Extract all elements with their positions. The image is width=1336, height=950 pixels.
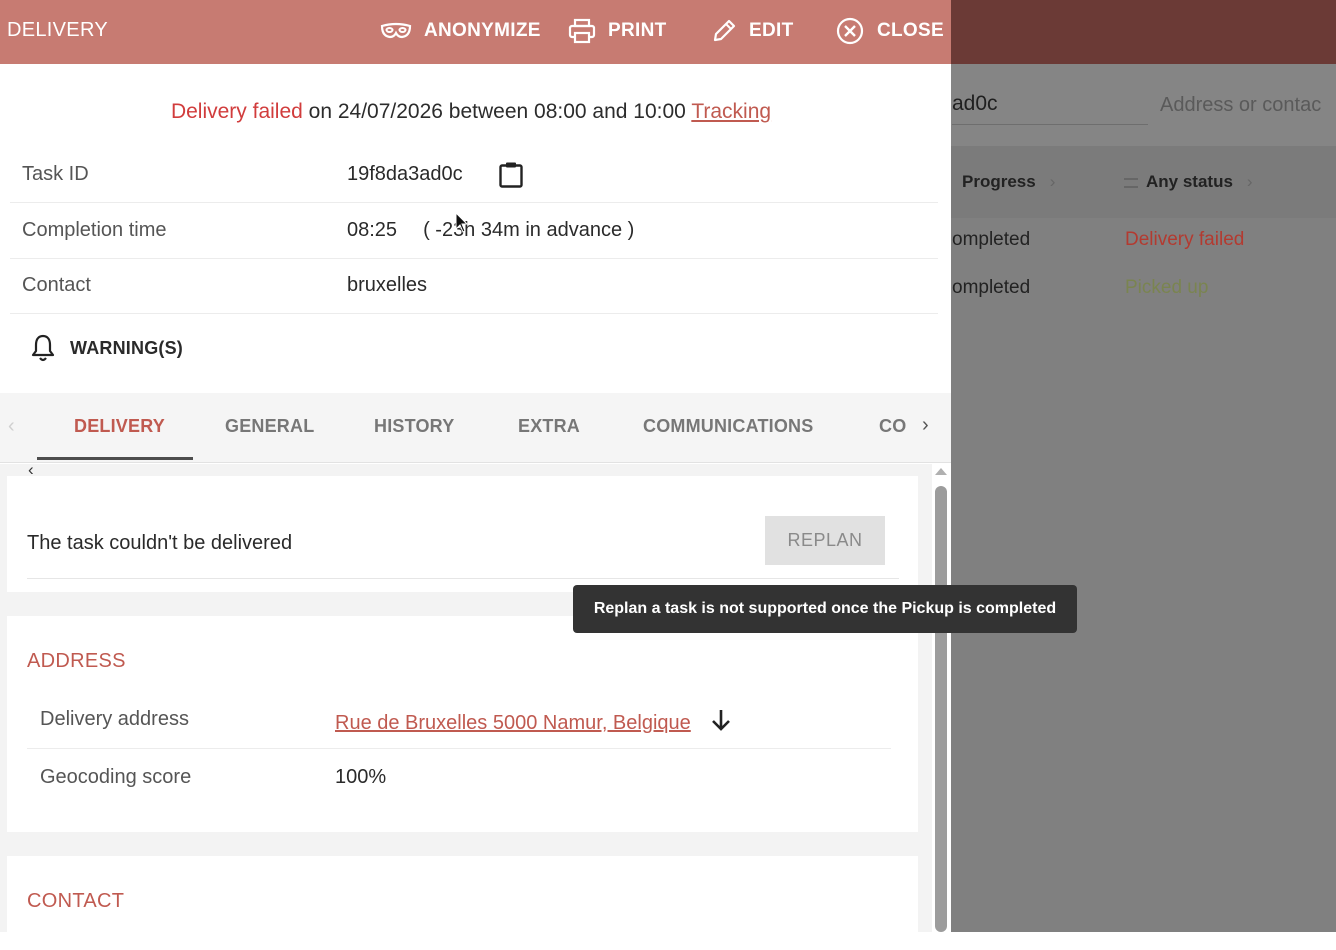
divider xyxy=(27,578,899,579)
edit-button[interactable]: EDIT xyxy=(711,14,793,48)
warnings-label: WARNING(S) xyxy=(70,337,183,358)
anonymize-label: ANONYMIZE xyxy=(424,20,541,41)
address-card: ADDRESS Delivery address Rue de Bruxelle… xyxy=(7,616,918,832)
drawer-header: DELIVERY ANONYMIZE PRINT EDIT CLOSE xyxy=(0,0,951,64)
close-button[interactable]: CLOSE xyxy=(835,14,944,48)
status-text: Delivery failed xyxy=(170,100,303,123)
task-id-row: Task ID 19f8da3ad0c xyxy=(10,147,938,203)
background-progress-filter: Progress › xyxy=(962,172,1055,192)
edit-label: EDIT xyxy=(749,20,794,41)
tracking-link[interactable]: Tracking xyxy=(691,100,771,123)
tab-more[interactable]: CO xyxy=(879,416,906,437)
tab-bar: ‹ DELIVERY GENERAL HISTORY EXTRA COMMUNI… xyxy=(0,393,951,463)
warnings-toggle[interactable]: WARNING(S) xyxy=(30,333,183,363)
delivery-address-row: Delivery address Rue de Bruxelles 5000 N… xyxy=(27,692,891,749)
tab-extra[interactable]: EXTRA xyxy=(518,416,580,437)
mask-icon xyxy=(380,22,412,39)
geocoding-score-row: Geocoding score 100% xyxy=(27,750,891,807)
contact-value: bruxelles xyxy=(347,274,428,296)
chevron-right-icon: › xyxy=(1049,172,1056,191)
bell-icon xyxy=(31,334,55,362)
print-button[interactable]: PRINT xyxy=(568,14,667,48)
background-row-progress: ompleted xyxy=(952,277,1031,298)
geocoding-score-label: Geocoding score xyxy=(40,766,192,788)
drawer-title: DELIVERY xyxy=(7,19,108,41)
tab-scroll-right-icon[interactable]: › xyxy=(922,414,929,437)
active-tab-indicator xyxy=(37,457,193,460)
tab-content: ‹ The task couldn't be delivered REPLAN … xyxy=(0,464,932,932)
contact-label: Contact xyxy=(22,274,91,296)
background-search-underline xyxy=(952,124,1148,125)
clipboard-icon[interactable] xyxy=(498,161,524,189)
scrollbar-thumb[interactable] xyxy=(935,486,947,932)
delivery-failed-message: The task couldn't be delivered xyxy=(27,532,293,554)
replan-button[interactable]: REPLAN xyxy=(765,516,885,565)
pencil-icon xyxy=(713,19,736,42)
close-label: CLOSE xyxy=(877,20,944,41)
replan-tooltip: Replan a task is not supported once the … xyxy=(573,585,1077,633)
background-status-filter: Any status › xyxy=(1124,172,1253,192)
task-id-value: 19f8da3ad0c xyxy=(347,163,463,185)
tab-general[interactable]: GENERAL xyxy=(225,416,314,437)
anonymize-button[interactable]: ANONYMIZE xyxy=(380,14,541,48)
scroll-up-icon[interactable] xyxy=(935,468,947,475)
geocoding-score-value: 100% xyxy=(335,766,387,788)
completion-time-label: Completion time xyxy=(22,219,167,241)
contact-card: CONTACT xyxy=(7,856,918,932)
background-status-filter-label: Any status xyxy=(1146,172,1233,191)
task-id-label: Task ID xyxy=(22,163,89,185)
delivery-address-value: Rue de Bruxelles 5000 Namur, Belgique xyxy=(335,708,732,735)
chevron-right-icon: › xyxy=(1246,172,1253,191)
background-row-status: Delivery failed xyxy=(1125,229,1245,250)
mouse-cursor-icon xyxy=(455,212,469,233)
background-search-value: ad0c xyxy=(952,92,998,115)
tab-delivery[interactable]: DELIVERY xyxy=(74,416,165,437)
tab-history[interactable]: HISTORY xyxy=(374,416,454,437)
delivery-address-link[interactable]: Rue de Bruxelles 5000 Namur, Belgique xyxy=(335,712,691,734)
delivery-address-label: Delivery address xyxy=(40,708,189,730)
close-circle-icon xyxy=(836,17,864,45)
address-section-title: ADDRESS xyxy=(27,650,126,672)
completion-time-value: 08:25( -23h 34m in advance ) xyxy=(347,219,634,242)
delivery-status-line: Delivery failed on 24/07/2026 between 08… xyxy=(0,100,942,124)
printer-icon xyxy=(568,18,596,44)
contact-section-title: CONTACT xyxy=(27,890,125,912)
tab-scroll-left-icon[interactable]: ‹ xyxy=(8,415,15,438)
status-details: on 24/07/2026 between 08:00 and 10:00 xyxy=(308,100,686,123)
delivery-drawer: DELIVERY ANONYMIZE PRINT EDIT CLOSE Deli… xyxy=(0,0,951,932)
delivery-failed-card: The task couldn't be delivered REPLAN xyxy=(7,476,918,592)
tab-communications[interactable]: COMMUNICATIONS xyxy=(643,416,813,437)
print-label: PRINT xyxy=(608,20,667,41)
completion-time: 08:25 xyxy=(347,219,398,241)
background-progress-filter-label: Progress xyxy=(962,172,1036,191)
background-address-search: Address or contac xyxy=(1160,94,1322,116)
contact-row: Contact bruxelles xyxy=(10,258,938,314)
filter-icon xyxy=(1124,177,1138,188)
arrow-down-icon[interactable] xyxy=(710,708,732,732)
completion-time-row: Completion time 08:25( -23h 34m in advan… xyxy=(10,203,938,259)
background-row-progress: ompleted xyxy=(952,229,1031,250)
background-row-status: Picked up xyxy=(1125,277,1209,298)
